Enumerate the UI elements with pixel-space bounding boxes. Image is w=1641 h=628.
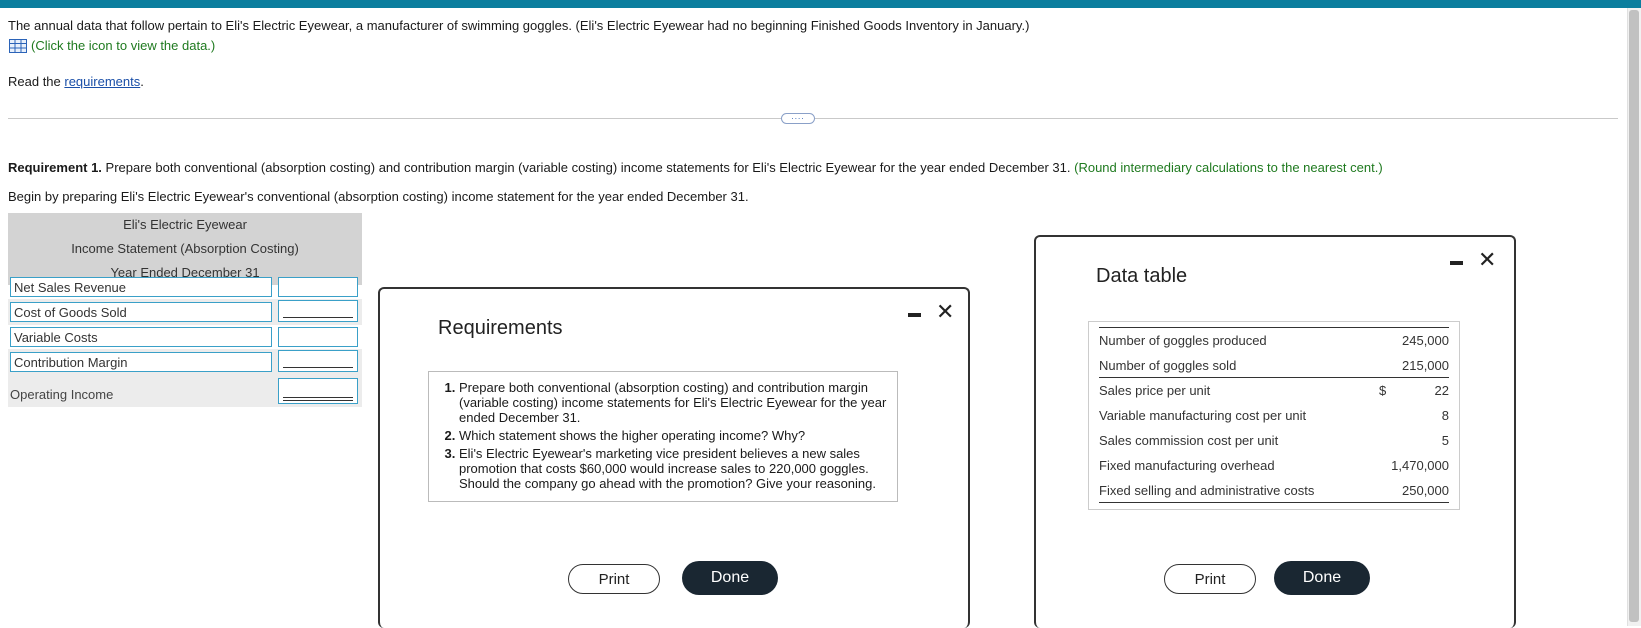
label-input-contribution-margin[interactable]: Contribution Margin [10, 352, 272, 372]
scrollbar-thumb[interactable] [1629, 10, 1639, 622]
data-label: Number of goggles sold [1099, 358, 1237, 373]
label-input-cogs[interactable]: Cost of Goods Sold [10, 302, 272, 322]
row-contribution-margin: Contribution Margin [8, 349, 362, 375]
data-row: Fixed manufacturing overhead 1,470,000 [1099, 453, 1449, 478]
statement-title: Income Statement (Absorption Costing) [71, 241, 299, 256]
data-row: Fixed selling and administrative costs 25… [1099, 478, 1449, 503]
requirement-1-body: Prepare both conventional (absorption co… [101, 160, 1075, 175]
double-underline [283, 397, 353, 401]
print-button[interactable]: Print [568, 564, 660, 594]
data-value: 8 [1441, 408, 1449, 423]
data-label: Fixed selling and administrative costs [1099, 483, 1315, 498]
print-button[interactable]: Print [1164, 564, 1256, 594]
close-icon[interactable]: ✕ [936, 301, 954, 323]
read-requirements: Read the requirements. [8, 74, 144, 89]
data-value: 1,470,000 [1391, 458, 1449, 473]
problem-intro: The annual data that follow pertain to E… [8, 18, 1030, 33]
requirement-item: Prepare both conventional (absorption co… [459, 380, 887, 425]
minimize-icon[interactable] [1450, 261, 1463, 265]
rounding-note: (Round intermediary calculations to the … [1074, 160, 1383, 175]
label-input-net-sales[interactable]: Net Sales Revenue [10, 277, 272, 297]
view-data-link[interactable]: (Click the icon to view the data.) [9, 38, 215, 53]
label-input-variable-costs[interactable]: Variable Costs [10, 327, 272, 347]
single-underline [283, 367, 353, 368]
requirement-item: Eli's Electric Eyewear's marketing vice … [459, 446, 887, 491]
data-label: Number of goggles produced [1099, 333, 1267, 348]
data-label: Sales price per unit [1099, 383, 1211, 398]
data-currency: $ [1379, 383, 1387, 398]
requirements-link[interactable]: requirements [64, 74, 140, 89]
data-value: 215,000 [1402, 358, 1449, 373]
requirement-1-label: Requirement 1. [8, 160, 102, 175]
top-bar [0, 0, 1641, 8]
data-table: Number of goggles produced 245,000 Number… [1088, 321, 1460, 510]
income-statement: Eli's Electric Eyewear Income Statement … [8, 213, 362, 407]
minimize-icon[interactable] [908, 313, 921, 317]
data-label: Fixed manufacturing overhead [1099, 458, 1275, 473]
data-label: Sales commission cost per unit [1099, 433, 1279, 448]
value-input-contribution-margin[interactable] [278, 350, 358, 372]
single-underline [283, 317, 353, 318]
data-row: Sales commission cost per unit 5 [1099, 428, 1449, 453]
requirements-list: Prepare both conventional (absorption co… [428, 371, 898, 502]
expand-button[interactable]: .... [781, 113, 815, 124]
row-operating-income: Operating Income [8, 375, 362, 407]
value-input-operating-income[interactable] [278, 378, 358, 404]
view-data-text[interactable]: (Click the icon to view the data.) [31, 38, 215, 53]
row-cogs: Cost of Goods Sold [8, 299, 362, 325]
data-table-modal: Data table ✕ Number of goggles produced 2… [1034, 235, 1516, 628]
close-icon[interactable]: ✕ [1478, 249, 1496, 271]
value-input-cogs[interactable] [278, 300, 358, 322]
data-value: 22 [1434, 383, 1449, 398]
table-bottom-rule [1099, 502, 1449, 503]
value-input-variable-costs[interactable] [278, 327, 358, 347]
data-value: 5 [1441, 433, 1449, 448]
requirements-title: Requirements [438, 317, 563, 339]
requirement-item: Which statement shows the higher operati… [459, 428, 887, 443]
data-value: 245,000 [1402, 333, 1449, 348]
data-row: Variable manufacturing cost per unit 8 [1099, 403, 1449, 428]
read-suffix: . [140, 74, 144, 89]
requirement-1-text: Requirement 1. Prepare both conventional… [8, 160, 1383, 175]
label-operating-income: Operating Income [10, 387, 114, 402]
value-input-net-sales[interactable] [278, 277, 358, 297]
statement-company: Eli's Electric Eyewear [123, 217, 247, 232]
begin-instruction: Begin by preparing Eli's Electric Eyewea… [8, 189, 749, 204]
row-variable-costs: Variable Costs [8, 325, 362, 349]
read-prefix: Read the [8, 74, 65, 89]
data-row: Number of goggles produced 245,000 [1099, 328, 1449, 353]
requirements-modal: Requirements ✕ Prepare both conventional… [378, 287, 970, 628]
table-grid-icon[interactable] [9, 38, 27, 53]
data-label: Variable manufacturing cost per unit [1099, 408, 1307, 423]
row-net-sales: Net Sales Revenue [8, 275, 362, 299]
data-value: 250,000 [1402, 483, 1449, 498]
data-table-title: Data table [1096, 265, 1188, 287]
done-button[interactable]: Done [682, 561, 778, 595]
done-button[interactable]: Done [1274, 561, 1370, 595]
data-row: Number of goggles sold 215,000 [1099, 353, 1449, 378]
data-row: Sales price per unit $22 [1099, 378, 1449, 403]
